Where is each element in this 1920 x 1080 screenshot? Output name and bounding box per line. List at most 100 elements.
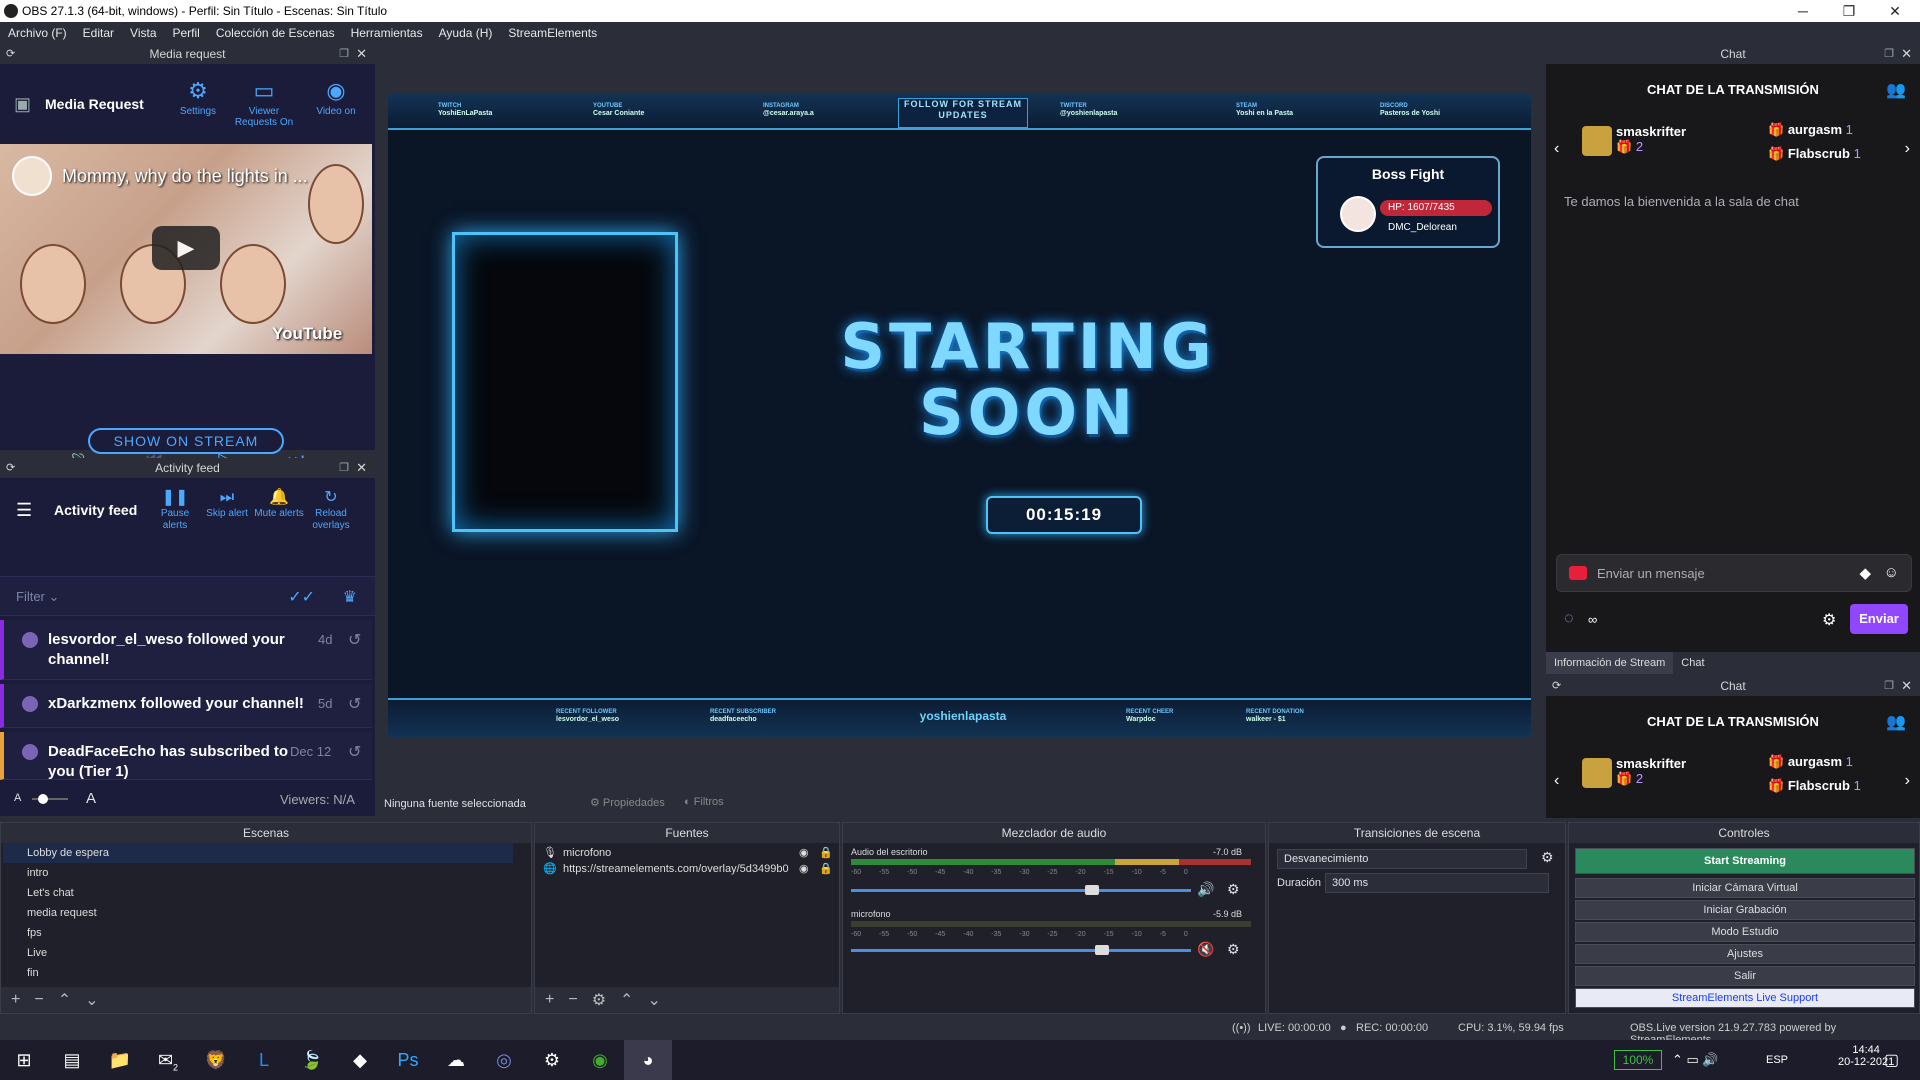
virtual-camera-button[interactable]: Iniciar Cámara Virtual xyxy=(1575,878,1915,898)
app-icon[interactable]: ◉ xyxy=(576,1040,624,1080)
next-arrow-icon[interactable]: › xyxy=(1905,140,1910,158)
close-button[interactable]: ✕ xyxy=(1872,0,1918,22)
close-dock-icon[interactable]: ✕ xyxy=(1901,676,1912,696)
menu-archivo[interactable]: Archivo (F) xyxy=(0,26,75,40)
studio-mode-button[interactable]: Modo Estudio xyxy=(1575,922,1915,942)
gear-icon[interactable]: ⚙ xyxy=(1227,881,1240,898)
pause-alerts-button[interactable]: ❚❚ Pause alerts xyxy=(150,490,200,532)
volume-slider[interactable] xyxy=(851,889,1191,892)
channel-points-icon[interactable]: ◌ xyxy=(1564,610,1574,628)
brave-browser-icon[interactable]: 🦁 xyxy=(192,1040,240,1080)
source-item[interactable]: 🌐 https://streamelements.com/overlay/5d3… xyxy=(537,859,837,879)
se-live-support-button[interactable]: StreamElements Live Support xyxy=(1575,988,1915,1008)
filters-button[interactable]: ◐ Filtros xyxy=(684,796,724,808)
up-icon[interactable]: ⌃ xyxy=(620,990,633,1010)
chat-input[interactable]: Enviar un mensaje ◆ ☺ xyxy=(1556,554,1912,592)
stream-preview[interactable]: TWITCH YoshiEnLaPasta YOUTUBE Cesar Conian… xyxy=(388,94,1531,737)
scene-item[interactable]: intro xyxy=(3,863,513,883)
scene-item[interactable]: fin xyxy=(3,963,513,983)
chat-settings-icon[interactable]: ⚙ xyxy=(1822,610,1836,630)
menu-icon[interactable]: ☰ xyxy=(16,500,32,521)
feed-item[interactable]: DeadFaceEcho has subscribed to you (Tier… xyxy=(0,732,372,780)
replay-icon[interactable]: ↺ xyxy=(348,694,361,714)
settings-button[interactable]: ⚙ Settings xyxy=(168,78,228,117)
scene-item[interactable]: fps xyxy=(3,923,513,943)
float-icon[interactable]: ❐ xyxy=(339,458,349,478)
tray-icons[interactable]: ⌃ ▭ 🔊 xyxy=(1672,1052,1719,1068)
language-indicator[interactable]: ESP xyxy=(1766,1054,1788,1066)
refresh-icon[interactable]: ⟳ xyxy=(1552,676,1561,696)
volume-knob[interactable] xyxy=(1095,945,1109,955)
close-dock-icon[interactable]: ✕ xyxy=(356,44,367,64)
app-icon[interactable]: ◆ xyxy=(336,1040,384,1080)
users-icon[interactable]: 👥 xyxy=(1886,712,1906,732)
discord-icon[interactable]: ◎ xyxy=(480,1040,528,1080)
minimize-button[interactable]: ─ xyxy=(1780,0,1826,22)
mute-alerts-button[interactable]: 🔔 Mute alerts xyxy=(254,490,304,520)
start-streaming-button[interactable]: Start Streaming xyxy=(1575,848,1915,874)
speaker-icon[interactable]: 🔊 xyxy=(1197,881,1214,898)
send-button[interactable]: Enviar xyxy=(1850,604,1908,634)
duration-input[interactable]: 300 ms xyxy=(1325,873,1549,893)
emoji-icon[interactable]: ☺ xyxy=(1884,564,1899,581)
scene-item[interactable]: Live xyxy=(3,943,513,963)
menu-streamelements[interactable]: StreamElements xyxy=(500,26,605,40)
remove-icon[interactable]: − xyxy=(568,991,577,1009)
filter-dropdown[interactable]: Filter ⌄ xyxy=(16,589,59,605)
steam-icon[interactable]: ⚙ xyxy=(528,1040,576,1080)
video-thumbnail[interactable]: Mommy, why do the lights in ... ▶ YouTub… xyxy=(0,144,372,354)
add-icon[interactable]: + xyxy=(545,991,554,1009)
up-icon[interactable]: ⌃ xyxy=(58,990,71,1010)
mark-all-read-icon[interactable]: ✓✓ xyxy=(288,587,315,607)
task-view-icon[interactable]: ▤ xyxy=(48,1040,96,1080)
menu-vista[interactable]: Vista xyxy=(122,26,164,40)
volume-knob[interactable] xyxy=(1085,885,1099,895)
windows-start-icon[interactable]: ⊞ xyxy=(0,1040,48,1080)
bits-icon[interactable]: ◆ xyxy=(1859,564,1871,582)
properties-button[interactable]: ⚙ Propiedades xyxy=(590,796,665,809)
refresh-icon[interactable]: ⟳ xyxy=(6,458,15,478)
font-size-knob[interactable] xyxy=(38,794,48,804)
scene-item[interactable]: Let's chat xyxy=(3,883,513,903)
float-icon[interactable]: ❐ xyxy=(1884,676,1894,696)
volume-slider[interactable] xyxy=(851,949,1191,952)
video-on-button[interactable]: ◉ Video on xyxy=(306,78,366,117)
show-on-stream-button[interactable]: SHOW ON STREAM xyxy=(88,428,284,454)
float-icon[interactable]: ❐ xyxy=(1884,44,1894,64)
play-icon[interactable]: ▶ xyxy=(152,226,220,270)
close-dock-icon[interactable]: ✕ xyxy=(356,458,367,478)
eye-icon[interactable]: ◉ xyxy=(799,859,809,879)
tab-stream-info[interactable]: Información de Stream xyxy=(1546,652,1674,674)
gear-icon[interactable]: ⚙ xyxy=(1541,849,1554,866)
add-icon[interactable]: + xyxy=(11,991,20,1009)
menu-ayuda[interactable]: Ayuda (H) xyxy=(431,26,501,40)
scene-item[interactable]: Lobby de espera xyxy=(3,843,513,863)
reload-overlays-button[interactable]: ↻ Reload overlays xyxy=(306,490,356,532)
l-app-icon[interactable]: L xyxy=(240,1040,288,1080)
menu-perfil[interactable]: Perfil xyxy=(165,26,208,40)
muted-speaker-icon[interactable]: 🔇 xyxy=(1197,941,1214,958)
viewer-requests-button[interactable]: ▭ Viewer Requests On xyxy=(234,78,294,128)
battery-indicator[interactable]: 100% xyxy=(1614,1050,1662,1070)
lock-icon[interactable]: 🔒 xyxy=(819,859,833,879)
users-icon[interactable]: 👥 xyxy=(1886,80,1906,100)
float-icon[interactable]: ❐ xyxy=(339,44,349,64)
cloud-icon[interactable]: ☁ xyxy=(432,1040,480,1080)
menu-herramientas[interactable]: Herramientas xyxy=(343,26,431,40)
exit-button[interactable]: Salir xyxy=(1575,966,1915,986)
camera-icon[interactable] xyxy=(1569,566,1587,580)
replay-icon[interactable]: ↺ xyxy=(348,742,361,762)
photoshop-icon[interactable]: Ps xyxy=(384,1040,432,1080)
prev-arrow-icon[interactable]: ‹ xyxy=(1554,772,1559,790)
prev-arrow-icon[interactable]: ‹ xyxy=(1554,140,1559,158)
close-dock-icon[interactable]: ✕ xyxy=(1901,44,1912,64)
app-icon[interactable]: 🍃 xyxy=(288,1040,336,1080)
settings-button[interactable]: Ajustes xyxy=(1575,944,1915,964)
maximize-button[interactable]: ❐ xyxy=(1826,0,1872,22)
menu-editar[interactable]: Editar xyxy=(75,26,122,40)
down-icon[interactable]: ⌄ xyxy=(85,990,98,1010)
down-icon[interactable]: ⌄ xyxy=(647,990,660,1010)
gear-icon[interactable]: ⚙ xyxy=(592,990,606,1010)
start-recording-button[interactable]: Iniciar Grabación xyxy=(1575,900,1915,920)
menu-coleccion[interactable]: Colección de Escenas xyxy=(208,26,343,40)
